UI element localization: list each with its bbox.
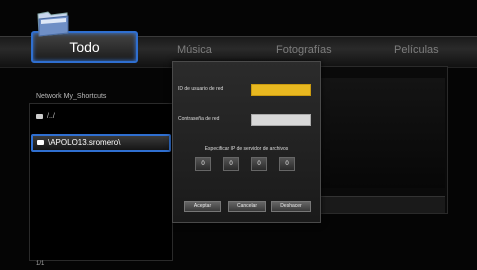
ip-octet-3[interactable]: 0 (251, 157, 267, 171)
folder-icon (36, 113, 43, 119)
cancel-button[interactable]: Cancelar (228, 201, 266, 212)
password-label: Contraseña de red (178, 116, 220, 122)
file-browser-panel (29, 103, 173, 261)
media-player-screen: Todo Música Fotografías Películas Networ… (0, 0, 477, 270)
ip-octet-1[interactable]: 0 (195, 157, 211, 171)
delete-button[interactable]: Deshacer (271, 201, 311, 212)
list-item-label: /../ (47, 113, 55, 120)
user-id-label: ID de usuario de red (178, 86, 224, 92)
folder-icon (37, 140, 44, 146)
tab-musica[interactable]: Música (177, 44, 212, 56)
ip-octet-2[interactable]: 0 (223, 157, 239, 171)
accept-button[interactable]: Aceptar (184, 201, 221, 212)
password-field[interactable] (251, 114, 311, 126)
list-item-label: \APOLO13.sromero\ (48, 138, 121, 147)
user-id-field[interactable] (251, 84, 311, 96)
page-counter: 1/1 (36, 261, 45, 267)
ip-title: Especificar IP de servidor de archivos (204, 146, 289, 152)
tab-peliculas[interactable]: Películas (394, 44, 439, 56)
tab-todo-label: Todo (69, 39, 100, 55)
ip-octet-4[interactable]: 0 (279, 157, 295, 171)
network-login-dialog: ID de usuario de red Contraseña de red E… (172, 61, 321, 223)
breadcrumb: Network My_Shortcuts (36, 93, 107, 100)
list-item-parent-dir[interactable]: /../ (36, 113, 55, 120)
folder-icon (37, 11, 69, 37)
list-item-selected[interactable]: \APOLO13.sromero\ (31, 134, 171, 152)
tab-fotografias[interactable]: Fotografías (276, 44, 332, 56)
